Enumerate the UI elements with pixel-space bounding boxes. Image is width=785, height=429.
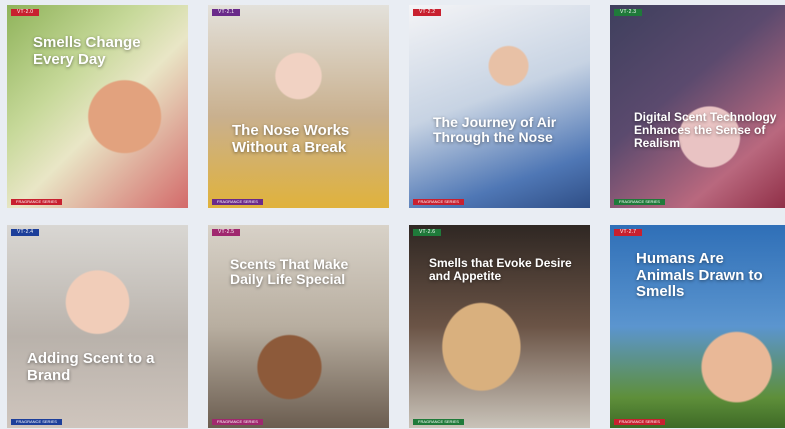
card-badge: VT·2.1 — [212, 9, 241, 16]
card-title: Smells Change Every Day — [33, 34, 141, 68]
card-badge: VT·2.3 — [614, 9, 643, 16]
article-card-2[interactable]: VT·2.1 The Nose Works Without a Break FR… — [208, 5, 389, 208]
article-card-8[interactable]: VT·2.7 Humans Are Animals Drawn to Smell… — [610, 225, 785, 428]
article-card-6[interactable]: VT·2.5 Scents That Make Daily Life Speci… — [208, 225, 389, 428]
card-badge: VT·2.5 — [212, 229, 241, 236]
card-title: The Journey of Air Through the Nose — [433, 114, 557, 146]
article-card-1[interactable]: VT·2.0 Smells Change Every Day FRAGRANCE… — [7, 5, 188, 208]
card-footer-tag: FRAGRANCE SERIES — [413, 199, 464, 205]
card-title: Adding Scent to a Brand — [27, 350, 155, 384]
card-title: Humans Are Animals Drawn to Smells — [636, 250, 763, 300]
article-card-5[interactable]: VT·2.4 Adding Scent to a Brand FRAGRANCE… — [7, 225, 188, 428]
card-title: Smells that Evoke Desire and Appetite — [429, 256, 572, 284]
article-card-grid: VT·2.0 Smells Change Every Day FRAGRANCE… — [7, 5, 785, 428]
card-footer-tag: FRAGRANCE SERIES — [614, 419, 665, 425]
card-footer-tag: FRAGRANCE SERIES — [11, 199, 62, 205]
card-title: Scents That Make Daily Life Special — [230, 256, 349, 288]
article-card-7[interactable]: VT·2.6 Smells that Evoke Desire and Appe… — [409, 225, 590, 428]
card-badge: VT·2.0 — [11, 9, 40, 16]
card-badge: VT·2.7 — [614, 229, 643, 236]
card-footer-tag: FRAGRANCE SERIES — [11, 419, 62, 425]
card-footer-tag: FRAGRANCE SERIES — [212, 419, 263, 425]
card-footer-tag: FRAGRANCE SERIES — [614, 199, 665, 205]
card-title: The Nose Works Without a Break — [232, 122, 350, 156]
article-card-4[interactable]: VT·2.3 Digital Scent Technology Enhances… — [610, 5, 785, 208]
card-footer-tag: FRAGRANCE SERIES — [413, 419, 464, 425]
article-card-3[interactable]: VT·2.2 The Journey of Air Through the No… — [409, 5, 590, 208]
card-footer-tag: FRAGRANCE SERIES — [212, 199, 263, 205]
card-title: Digital Scent Technology Enhances the Se… — [634, 110, 777, 151]
card-badge: VT·2.6 — [413, 229, 442, 236]
card-badge: VT·2.4 — [11, 229, 40, 236]
card-badge: VT·2.2 — [413, 9, 442, 16]
